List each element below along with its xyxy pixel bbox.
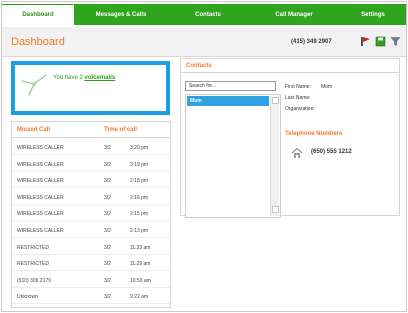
caller-cell: WIRELESS CALLER	[17, 194, 64, 201]
time-cell: 11:33 am	[130, 244, 151, 251]
tab-dashboard[interactable]: Dashboard	[2, 4, 74, 25]
caller-cell: WIRELESS CALLER	[17, 228, 64, 234]
last-name-label: Last Name:	[285, 95, 311, 101]
organization-label: Organization:	[285, 106, 315, 112]
contacts-panel: Contacts Search for... Mom First Name: M…	[180, 58, 400, 218]
organization-field: Organization:	[285, 106, 315, 112]
scroll-down-icon[interactable]	[272, 206, 279, 213]
table-row[interactable]: WIRELESS CALLER 3/2 2:13 pm	[12, 223, 170, 238]
page-header: Dashboard (415) 349 2907	[2, 27, 406, 57]
voicemail-icon	[21, 74, 47, 96]
home-icon	[291, 147, 303, 158]
date-cell: 3/2	[104, 261, 111, 268]
time-cell: 10:53 am	[130, 277, 151, 284]
caller-cell: RESTRICTED	[17, 261, 49, 268]
voicemail-message: You have 2 voicemails	[53, 75, 115, 81]
caller-cell: WIRELESS CALLER	[17, 178, 64, 185]
contacts-header: Contacts	[181, 59, 399, 73]
first-name-label: First Name:	[285, 84, 311, 90]
time-cell: 11:29 am	[130, 261, 151, 268]
time-cell: 2:16 pm	[130, 194, 149, 201]
time-cell: 2:13 pm	[130, 228, 149, 234]
telephone-number[interactable]: (650) 555 1212	[311, 149, 352, 155]
caller-cell: Unknown	[17, 294, 38, 301]
caller-cell: WIRELESS CALLER	[17, 145, 64, 151]
date-cell: 3/2	[104, 211, 111, 218]
missed-calls-table: Missed Call Time of call WIRELESS CALLER…	[11, 121, 171, 308]
table-row[interactable]: WIRELESS CALLER 3/2 2:18 pm	[12, 173, 170, 189]
time-cell: 9:22 am	[130, 294, 149, 301]
filter-icon[interactable]	[390, 36, 401, 47]
scroll-up-icon[interactable]	[272, 97, 279, 104]
table-row[interactable]: WIRELESS CALLER 3/2 3:20 pm	[12, 140, 170, 155]
date-cell: 3/2	[104, 194, 111, 201]
table-row[interactable]: RESTRICTED 3/2 11:33 am	[12, 240, 170, 255]
table-row[interactable]: WIRELESS CALLER 3/2 3:19 pm	[12, 157, 170, 172]
telephone-entry: (650) 555 1212	[289, 147, 399, 159]
col-header-time-of-call[interactable]: Time of call	[104, 127, 137, 133]
flag-icon[interactable]	[360, 36, 371, 47]
tab-settings[interactable]: Settings	[340, 4, 406, 25]
voicemail-panel: You have 2 voicemails	[11, 61, 170, 115]
page-title: Dashboard	[11, 36, 65, 48]
date-cell: 3/2	[104, 161, 111, 168]
time-cell: 2:15 pm	[130, 211, 149, 218]
table-row[interactable]: Unknown 3/2 9:22 am	[12, 289, 170, 305]
account-phone-number: (415) 349 2907	[291, 39, 332, 45]
voicemails-link[interactable]: voicemails	[84, 75, 115, 81]
contact-list[interactable]: Mom	[185, 94, 281, 218]
table-row[interactable]: WIRELESS CALLER 3/2 2:15 pm	[12, 206, 170, 222]
time-cell: 3:20 pm	[130, 145, 149, 151]
contact-search-input[interactable]: Search for...	[185, 81, 276, 91]
col-header-missed-call[interactable]: Missed Call	[17, 127, 50, 133]
contact-list-item[interactable]: Mom	[187, 96, 269, 106]
save-icon[interactable]	[375, 36, 386, 47]
date-cell: 3/2	[104, 178, 111, 185]
caller-cell: (510) 309 2179	[17, 277, 51, 284]
first-name-field: First Name: Mom	[285, 84, 332, 90]
contact-list-scrollbar[interactable]	[270, 96, 279, 216]
date-cell: 3/2	[104, 294, 111, 301]
caller-cell: WIRELESS CALLER	[17, 161, 64, 168]
tab-contacts[interactable]: Contacts	[168, 4, 248, 25]
first-name-value: Mom	[321, 84, 333, 90]
date-cell: 3/2	[104, 228, 111, 234]
caller-cell: RESTRICTED	[17, 244, 49, 251]
tab-call-manager[interactable]: Call Manager	[248, 4, 340, 25]
telephone-numbers-title: Telephone Numbers	[285, 131, 343, 137]
voicemail-prefix: You have 2	[53, 75, 83, 81]
table-row[interactable]: RESTRICTED 3/2 11:29 am	[12, 256, 170, 272]
contacts-title: Contacts	[186, 63, 212, 69]
caller-cell: WIRELESS CALLER	[17, 211, 64, 218]
date-cell: 3/2	[104, 277, 111, 284]
time-cell: 3:19 pm	[130, 161, 149, 168]
top-nav: Dashboard Messages & Calls Contacts Call…	[2, 4, 406, 25]
table-row[interactable]: (510) 309 2179 3/2 10:53 am	[12, 273, 170, 288]
time-cell: 2:18 pm	[130, 178, 149, 185]
date-cell: 3/2	[104, 244, 111, 251]
last-name-field: Last Name:	[285, 95, 311, 101]
date-cell: 3/2	[104, 145, 111, 151]
table-row[interactable]: WIRELESS CALLER 3/2 2:16 pm	[12, 190, 170, 205]
table-header: Missed Call Time of call	[12, 122, 170, 138]
tab-messages-calls[interactable]: Messages & Calls	[74, 4, 168, 25]
